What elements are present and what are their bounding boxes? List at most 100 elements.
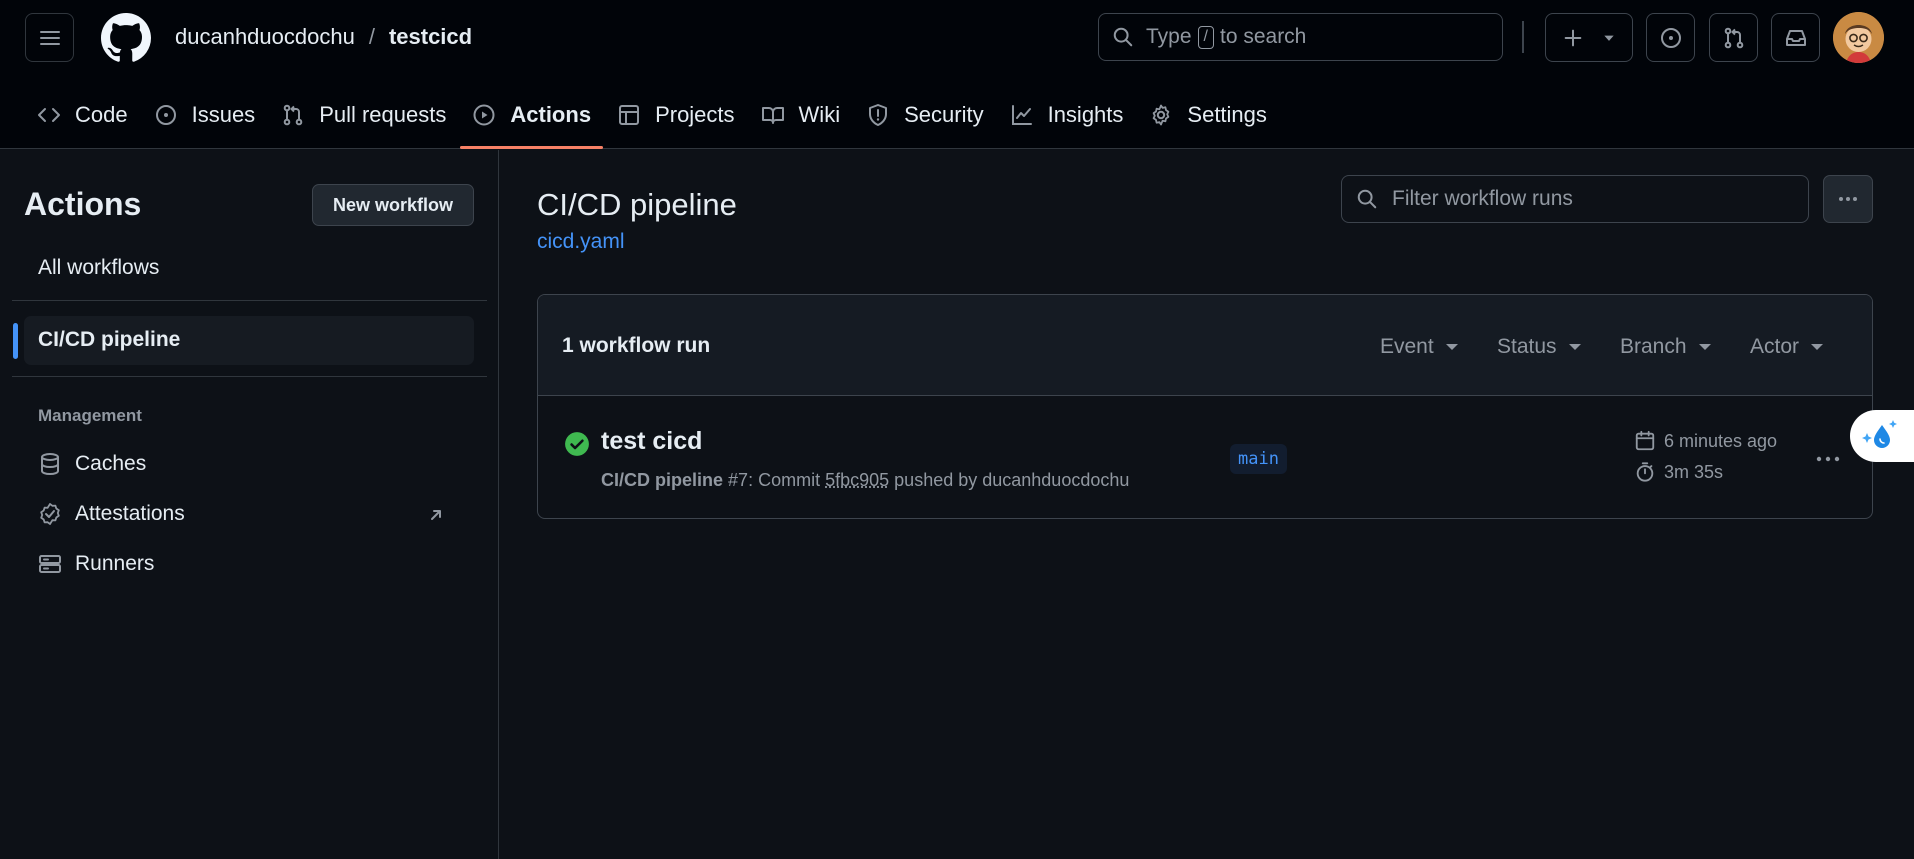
gear-icon	[1153, 104, 1170, 126]
workflow-title: CI/CD pipeline	[537, 187, 737, 222]
filter-placeholder: Filter workflow runs	[1392, 187, 1573, 210]
pull-requests-button[interactable]	[1709, 13, 1758, 62]
sidebar-item-attestations[interactable]: Attestations	[38, 502, 458, 526]
run-workflow-name: CI/CD pipeline	[601, 470, 724, 490]
code-icon	[38, 108, 60, 122]
tab-settings[interactable]: Settings	[1137, 94, 1279, 136]
tab-label: Code	[75, 102, 128, 127]
sidebar-divider	[12, 300, 487, 301]
database-icon	[41, 453, 59, 476]
breadcrumb: ducanhduocdochu / testcicd	[175, 24, 472, 50]
stopwatch-icon	[1636, 462, 1654, 482]
water-drop-sparkle-icon	[1862, 420, 1897, 448]
triangle-down-icon	[1568, 344, 1581, 350]
run-duration-text: 3m 35s	[1664, 461, 1724, 482]
branch-filter-dropdown[interactable]: Branch	[1620, 335, 1711, 359]
global-header: ducanhduocdochu / testcicd Type / to sea…	[0, 0, 1914, 149]
workflow-run-row[interactable]: test cicd CI/CD pipeline #7: Commit 5fbc…	[538, 396, 1872, 518]
tab-security[interactable]: Security	[854, 94, 995, 136]
tab-label: Pull requests	[319, 102, 447, 127]
search-shortcut-key: /	[1197, 25, 1214, 49]
book-icon	[761, 107, 784, 124]
tab-actions[interactable]: Actions	[460, 94, 603, 149]
verified-icon	[40, 503, 60, 525]
sidebar-item-label: CI/CD pipeline	[38, 328, 181, 351]
workflow-file-link[interactable]: cicd.yaml	[537, 230, 625, 254]
sidebar-item-label: Caches	[75, 452, 147, 475]
run-number: #7	[728, 470, 749, 490]
sidebar-item-label: Runners	[75, 552, 155, 575]
filter-label: Actor	[1750, 335, 1800, 358]
pull-request-icon	[1724, 27, 1743, 48]
new-workflow-button[interactable]: New workflow	[312, 184, 474, 226]
inbox-icon	[1785, 29, 1806, 46]
check-circle-fill-icon	[565, 432, 589, 456]
runs-header: 1 workflow run Event Status Branch Actor	[538, 295, 1872, 396]
play-icon	[473, 104, 495, 126]
tab-label: Settings	[1187, 102, 1267, 127]
sidebar-item-caches[interactable]: Caches	[38, 452, 458, 476]
branch-label[interactable]: main	[1230, 444, 1287, 474]
event-filter-dropdown[interactable]: Event	[1380, 335, 1458, 359]
tab-label: Wiki	[798, 102, 841, 127]
filter-workflow-runs-input[interactable]: Filter workflow runs	[1341, 175, 1809, 223]
triangle-down-icon	[1445, 344, 1458, 350]
run-timestamp: 6 minutes ago	[1634, 430, 1777, 452]
issue-icon	[155, 105, 176, 125]
tab-pull-requests[interactable]: Pull requests	[269, 94, 458, 136]
search-icon	[1113, 27, 1133, 47]
sidebar-item-label: Attestations	[75, 502, 185, 525]
issues-button[interactable]	[1646, 13, 1695, 62]
hamburger-icon	[39, 30, 60, 45]
workflow-runs-list: 1 workflow run Event Status Branch Actor…	[537, 294, 1873, 519]
extension-sparkle-drop-button[interactable]	[1850, 410, 1914, 462]
tab-label: Security	[904, 102, 984, 127]
pushed-by: pushed by ducanhduocdochu	[894, 470, 1130, 490]
filter-label: Branch	[1620, 335, 1687, 358]
shield-icon	[869, 104, 888, 126]
repo-link[interactable]: testcicd	[389, 24, 472, 50]
link-external-icon	[431, 510, 441, 520]
tab-projects[interactable]: Projects	[605, 94, 746, 136]
status-filter-dropdown[interactable]: Status	[1497, 335, 1581, 359]
commit-sha-link[interactable]: 5fbc905	[825, 470, 889, 490]
kebab-horizontal-icon[interactable]	[1815, 450, 1841, 468]
graph-icon	[1011, 105, 1032, 125]
issue-icon	[1660, 27, 1681, 48]
breadcrumb-separator: /	[368, 24, 375, 49]
repo-nav: Code Issues Pull requests Actions Projec…	[25, 94, 1281, 149]
tab-code[interactable]: Code	[25, 94, 140, 136]
owner-link[interactable]: ducanhduocdochu	[175, 24, 355, 50]
sidebar-item-runners[interactable]: Runners	[38, 552, 458, 576]
kebab-horizontal-icon	[1839, 197, 1857, 201]
filter-label: Status	[1497, 335, 1557, 358]
calendar-icon	[1635, 430, 1655, 451]
triangle-down-icon	[1811, 344, 1824, 350]
tab-label: Actions	[510, 102, 592, 127]
triangle-down-icon	[1604, 35, 1614, 41]
tab-label: Insights	[1047, 102, 1124, 127]
tab-issues[interactable]: Issues	[142, 94, 268, 136]
github-logo-icon[interactable]	[101, 13, 151, 63]
sidebar-item-ci-cd-pipeline[interactable]: CI/CD pipeline	[13, 316, 474, 365]
create-new-button[interactable]	[1545, 13, 1633, 62]
search-icon	[1357, 189, 1377, 209]
run-title-link[interactable]: test cicd	[601, 427, 702, 456]
pull-request-icon	[283, 104, 303, 126]
filter-label: Event	[1380, 335, 1434, 358]
hamburger-menu-button[interactable]	[25, 13, 74, 62]
run-duration: 3m 35s	[1634, 461, 1723, 483]
inbox-button[interactable]	[1771, 13, 1820, 62]
actor-filter-dropdown[interactable]: Actor	[1750, 335, 1824, 359]
tab-wiki[interactable]: Wiki	[749, 94, 853, 136]
run-meta: CI/CD pipeline #7: Commit 5fbc905 pushed…	[601, 470, 1130, 490]
tab-label: Projects	[655, 102, 735, 127]
sidebar-divider	[12, 376, 487, 377]
user-avatar[interactable]	[1833, 12, 1884, 63]
sidebar-title: Actions	[24, 186, 142, 222]
global-search-input[interactable]: Type / to search	[1098, 13, 1503, 61]
server-icon	[39, 555, 61, 573]
workflow-menu-button[interactable]	[1823, 175, 1873, 223]
all-workflows-link[interactable]: All workflows	[38, 256, 159, 280]
tab-insights[interactable]: Insights	[998, 94, 1136, 136]
